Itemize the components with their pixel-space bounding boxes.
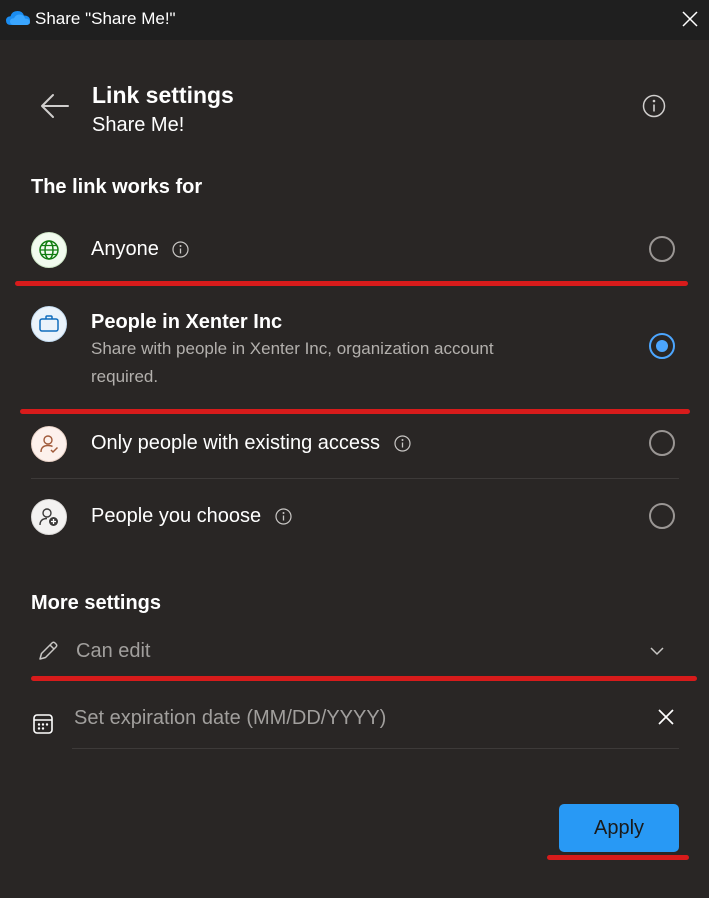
- option-label: Only people with existing access: [91, 432, 381, 454]
- back-arrow-icon[interactable]: [40, 93, 70, 119]
- title-bar: Share "Share Me!": [0, 0, 709, 40]
- info-icon[interactable]: [394, 435, 411, 452]
- close-window-icon[interactable]: [680, 9, 700, 29]
- annotation-underline: [20, 409, 690, 414]
- radio-existing-access[interactable]: [649, 430, 675, 456]
- radio-anyone[interactable]: [649, 236, 675, 262]
- option-existing-access-label-row: Only people with existing access: [91, 432, 411, 455]
- page-subtitle: Share Me!: [92, 114, 185, 136]
- onedrive-cloud-icon: [6, 11, 30, 25]
- divider: [72, 748, 679, 749]
- calendar-icon: [33, 714, 53, 734]
- more-settings-heading: More settings: [31, 592, 162, 614]
- link-works-for-heading: The link works for: [31, 176, 203, 198]
- option-label: People you choose: [91, 505, 262, 527]
- option-label: Anyone: [91, 238, 159, 260]
- divider: [31, 478, 679, 479]
- info-icon[interactable]: [275, 508, 292, 525]
- expiration-date-input[interactable]: Set expiration date (MM/DD/YYYY): [74, 707, 386, 730]
- pencil-icon: [39, 641, 58, 660]
- annotation-underline: [547, 855, 689, 860]
- apply-button[interactable]: Apply: [559, 804, 679, 852]
- permission-value: Can edit: [76, 640, 151, 662]
- annotation-underline: [31, 676, 697, 681]
- share-panel: [0, 40, 709, 898]
- radio-people-in-org[interactable]: [649, 333, 675, 359]
- person-add-icon: [31, 499, 67, 535]
- info-icon[interactable]: [642, 94, 666, 118]
- globe-icon: [31, 232, 67, 268]
- option-anyone-label-row: Anyone: [91, 238, 190, 261]
- option-label: People in Xenter Inc: [91, 311, 283, 333]
- window-title: Share "Share Me!": [35, 9, 176, 28]
- info-icon[interactable]: [172, 241, 190, 258]
- annotation-underline: [15, 281, 688, 286]
- radio-people-you-choose[interactable]: [649, 503, 675, 529]
- clear-date-icon[interactable]: [657, 708, 675, 726]
- option-description: Share with people in Xenter Inc, organiz…: [91, 339, 494, 386]
- briefcase-icon: [31, 306, 67, 342]
- chevron-down-icon[interactable]: [649, 645, 665, 657]
- option-people-you-choose-label-row: People you choose: [91, 505, 292, 528]
- person-check-icon: [31, 426, 67, 462]
- page-title: Link settings: [92, 82, 234, 108]
